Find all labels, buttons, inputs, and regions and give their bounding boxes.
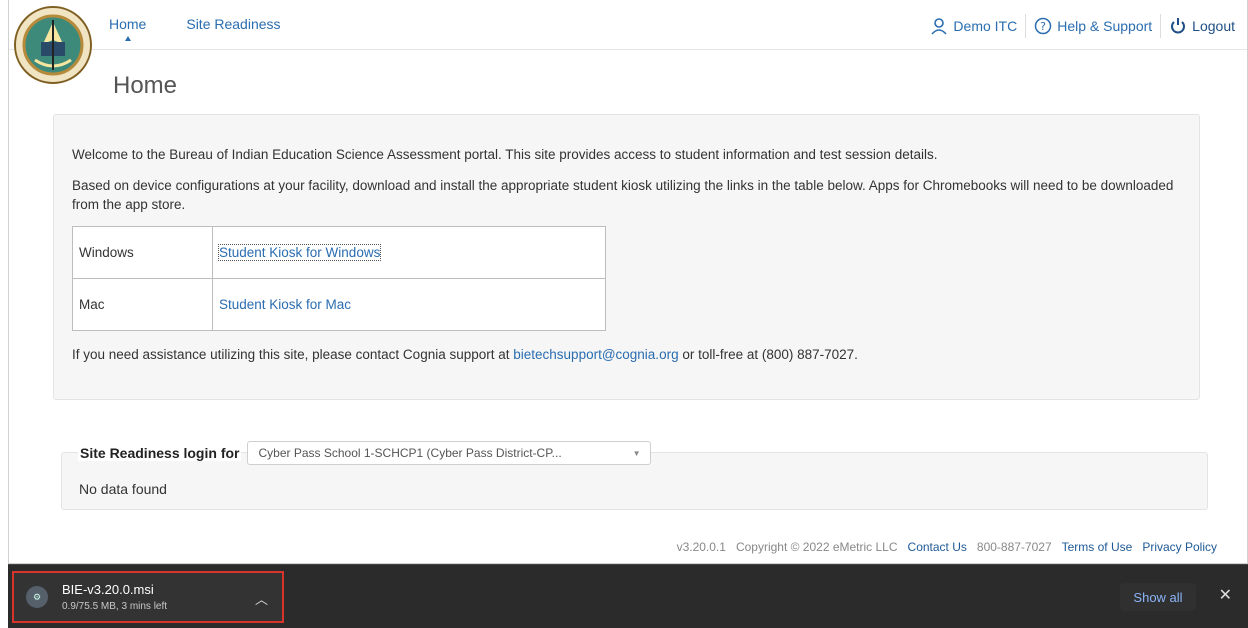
student-kiosk-windows-link[interactable]: Student Kiosk for Windows — [217, 244, 382, 261]
show-all-button[interactable]: Show all — [1120, 583, 1196, 611]
logout-label: Logout — [1192, 18, 1235, 34]
nav-site-readiness[interactable]: Site Readiness — [186, 16, 280, 32]
top-navigation: Home Site Readiness Demo ITC ? Help & Su… — [9, 0, 1247, 84]
kiosk-table: Windows Student Kiosk for Windows Mac St… — [72, 226, 606, 331]
link-cell: Student Kiosk for Windows — [212, 226, 606, 279]
instructions-text: Based on device configurations at your f… — [72, 178, 1174, 212]
copyright-text: Copyright © 2022 eMetric LLC — [735, 540, 898, 554]
nav-home[interactable]: Home — [109, 16, 147, 41]
help-support-label: Help & Support — [1057, 18, 1153, 34]
phone-text: 800-887-7027 — [976, 540, 1052, 554]
download-file-name: BIE-v3.20.0.msi — [62, 582, 154, 597]
installer-file-icon: ⚙ — [26, 586, 48, 608]
version-text: v3.20.0.1 — [676, 540, 726, 554]
site-readiness-header: Site Readiness login for Cyber Pass Scho… — [78, 441, 652, 465]
no-data-text: No data found — [79, 481, 167, 497]
site-readiness-label: Site Readiness login for — [78, 445, 242, 461]
close-icon[interactable]: ✕ — [1219, 585, 1232, 605]
school-select[interactable]: Cyber Pass School 1-SCHCP1 (Cyber Pass D… — [247, 441, 652, 465]
active-caret-icon — [124, 36, 131, 41]
user-icon — [931, 18, 948, 35]
os-cell: Mac — [72, 278, 213, 331]
privacy-policy-link[interactable]: Privacy Policy — [1142, 540, 1217, 554]
help-support-link[interactable]: ? Help & Support — [1025, 14, 1160, 38]
download-status: 0.9/75.5 MB, 3 mins left — [62, 601, 168, 612]
question-circle-icon: ? — [1034, 17, 1052, 35]
contact-us-link[interactable]: Contact Us — [908, 540, 967, 554]
download-item[interactable]: ⚙ BIE-v3.20.0.msi 0.9/75.5 MB, 3 mins le… — [12, 571, 284, 623]
info-panel: Welcome to the Bureau of Indian Educatio… — [53, 114, 1200, 400]
nav-home-label: Home — [109, 16, 147, 32]
link-cell: Student Kiosk for Mac — [212, 278, 606, 331]
download-bar: ⚙ BIE-v3.20.0.msi 0.9/75.5 MB, 3 mins le… — [8, 564, 1248, 628]
school-select-value: Cyber Pass School 1-SCHCP1 (Cyber Pass D… — [258, 446, 562, 460]
user-name: Demo ITC — [953, 18, 1018, 34]
table-row: Windows Student Kiosk for Windows — [72, 226, 606, 279]
power-icon — [1171, 18, 1186, 34]
bie-seal-logo[interactable] — [13, 0, 95, 90]
os-cell: Windows — [72, 226, 213, 279]
svg-text:?: ? — [1040, 20, 1046, 33]
chevron-up-icon[interactable]: ︿ — [255, 589, 268, 608]
nav-site-readiness-label: Site Readiness — [186, 16, 281, 32]
footer: v3.20.0.1 Copyright © 2022 eMetric LLC C… — [677, 540, 1217, 554]
browser-viewport: Home Site Readiness Demo ITC ? Help & Su… — [8, 0, 1248, 564]
student-kiosk-mac-link[interactable]: Student Kiosk for Mac — [219, 297, 351, 312]
support-email-link[interactable]: bietechsupport@cognia.org — [513, 347, 678, 362]
welcome-text: Welcome to the Bureau of Indian Educatio… — [72, 147, 938, 162]
assistance-suffix: or toll-free at (800) 887-7027. — [678, 347, 858, 362]
table-row: Mac Student Kiosk for Mac — [72, 278, 606, 331]
terms-of-use-link[interactable]: Terms of Use — [1062, 540, 1133, 554]
assistance-prefix: If you need assistance utilizing this si… — [72, 347, 514, 362]
logout-button[interactable]: Logout — [1160, 14, 1243, 38]
page-title: Home — [113, 72, 178, 99]
user-menu[interactable]: Demo ITC — [922, 14, 1025, 38]
dropdown-arrow-icon: ▼ — [632, 448, 641, 458]
assistance-text: If you need assistance utilizing this si… — [72, 345, 1181, 364]
